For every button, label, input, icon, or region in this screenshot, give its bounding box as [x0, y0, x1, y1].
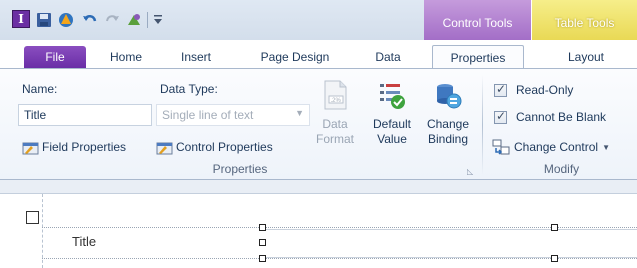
change-binding-icon [437, 84, 462, 109]
tab-properties[interactable]: Properties [432, 45, 524, 70]
app-icon[interactable]: I [12, 10, 30, 28]
read-only-check-icon: ✓ [494, 81, 507, 97]
tab-layout[interactable]: Layout [540, 45, 632, 69]
resize-handle[interactable] [551, 255, 558, 262]
resize-handle[interactable] [259, 239, 266, 246]
cannot-be-blank-checkbox[interactable]: ✓ Cannot Be Blank [494, 108, 606, 126]
tab-home[interactable]: Home [100, 45, 152, 69]
name-input[interactable]: Title [18, 104, 152, 126]
default-value-icon [380, 84, 405, 109]
read-only-checkbox[interactable]: ✓ Read-Only [494, 81, 573, 99]
control-properties-button[interactable]: Control Properties [156, 136, 273, 158]
default-value-button[interactable]: Default Value [364, 77, 420, 163]
change-control-label: Change Control [514, 140, 599, 154]
data-format-label-2: Format [315, 132, 354, 146]
data-format-label-1: Data [322, 117, 348, 131]
field-properties-button[interactable]: Field Properties [22, 136, 126, 158]
change-binding-label-2: Binding [427, 132, 469, 146]
canvas-header-band [0, 180, 637, 194]
change-control-icon [492, 139, 510, 155]
redo-icon[interactable] [102, 10, 122, 30]
data-type-select[interactable]: Single line of text ▼ [156, 104, 310, 126]
table-row-border [42, 227, 637, 228]
data-type-label: Data Type: [160, 82, 218, 96]
modify-group-label: Modify [543, 162, 580, 176]
group-divider [482, 75, 483, 175]
tab-file[interactable]: File [24, 46, 86, 68]
cannot-be-blank-check-icon: ✓ [494, 108, 507, 124]
tab-data[interactable]: Data [360, 45, 416, 69]
control-properties-icon [156, 142, 173, 154]
field-properties-icon [22, 142, 39, 154]
ribbon-tabs: File Home Insert Page Design Data Proper… [0, 40, 637, 84]
tab-page-design[interactable]: Page Design [240, 45, 350, 69]
save-icon[interactable] [34, 10, 54, 30]
ribbon-panel: Name: Data Type: Title Single line of te… [0, 68, 637, 180]
cannot-be-blank-label: Cannot Be Blank [516, 110, 607, 124]
resize-handle[interactable] [259, 255, 266, 262]
data-type-value: Single line of text [162, 108, 254, 122]
title-bar: I Control Tools Table Tools [0, 0, 637, 40]
data-format-button[interactable]: .2% Data Format [310, 77, 360, 163]
tab-insert[interactable]: Insert [168, 45, 224, 69]
data-format-icon: .2% [324, 80, 347, 110]
chevron-down-icon: ▼ [602, 142, 610, 152]
resize-handle[interactable] [551, 224, 558, 231]
control-properties-label: Control Properties [176, 140, 273, 154]
default-value-label-2: Value [377, 132, 407, 146]
change-control-button[interactable]: Change Control ▼ [492, 136, 610, 158]
resize-handle[interactable] [259, 224, 266, 231]
properties-group-label: Properties [212, 162, 268, 176]
field-label: Title [72, 234, 97, 249]
table-tools-header: Table Tools [532, 0, 637, 40]
logo-icon[interactable] [56, 10, 76, 30]
format-painter-icon[interactable] [124, 10, 144, 30]
read-only-label: Read-Only [516, 83, 574, 97]
chevron-down-icon: ▼ [295, 108, 304, 118]
default-value-label-1: Default [372, 117, 412, 131]
svg-text:.2%: .2% [331, 98, 342, 104]
undo-icon[interactable] [80, 10, 100, 30]
name-label: Name: [22, 82, 58, 96]
change-binding-label-1: Change [426, 117, 470, 131]
field-properties-label: Field Properties [42, 140, 127, 154]
dialog-launcher-icon[interactable]: ◺ [467, 167, 473, 176]
toolbar-divider [147, 12, 148, 28]
customize-icon[interactable] [151, 10, 165, 30]
change-binding-button[interactable]: Change Binding [420, 77, 476, 163]
control-tools-header: Control Tools [424, 0, 532, 40]
table-row-border [42, 258, 637, 259]
margin-guide [42, 194, 43, 268]
table-selector-handle[interactable] [26, 211, 39, 224]
selected-control-outline[interactable] [262, 229, 637, 258]
form-canvas: Title [0, 194, 637, 268]
